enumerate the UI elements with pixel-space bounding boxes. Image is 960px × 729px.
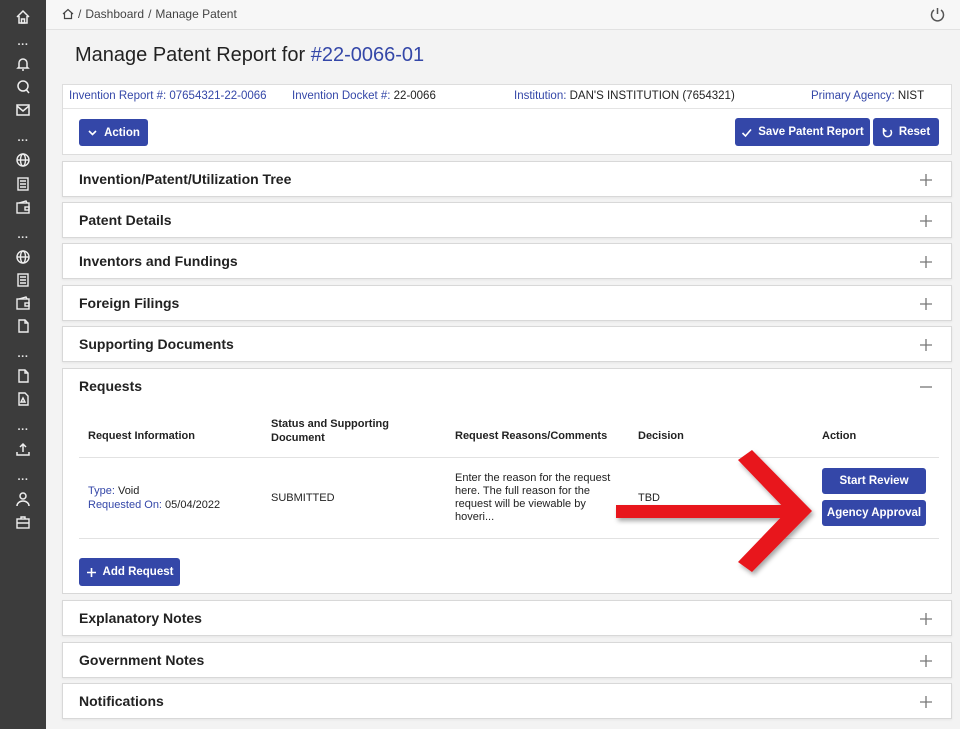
reset-button[interactable]: Reset	[873, 118, 939, 146]
primary-agency: Primary Agency: NIST	[811, 90, 925, 102]
plus-icon[interactable]	[919, 255, 933, 269]
file-icon[interactable]	[15, 318, 31, 334]
request-status: SUBMITTED	[271, 492, 335, 504]
mail-icon[interactable]	[15, 102, 31, 118]
section-tree[interactable]: Invention/Patent/Utilization Tree	[62, 161, 952, 197]
list-icon[interactable]	[15, 176, 31, 192]
report-number: #22-0066-01	[310, 44, 425, 66]
agency-approval-button[interactable]: Agency Approval	[822, 500, 926, 526]
add-request-button[interactable]: Add Request	[79, 558, 180, 586]
upload-icon[interactable]	[15, 441, 31, 457]
page-title: Manage Patent Report for #22-0066-01	[75, 44, 425, 66]
action-button[interactable]: Action	[79, 119, 148, 146]
chevron-down-icon	[88, 130, 97, 136]
invention-report-number: Invention Report #: 07654321-22-0066	[69, 90, 267, 102]
column-header: Status and Supporting Document	[271, 418, 389, 444]
reset-icon	[882, 127, 893, 137]
section-explanatory-notes[interactable]: Explanatory Notes	[62, 600, 952, 636]
row-divider	[79, 538, 939, 539]
section-supporting-documents[interactable]: Supporting Documents	[62, 326, 952, 362]
header-divider	[79, 457, 939, 458]
plus-icon	[86, 567, 96, 577]
section-foreign-filings[interactable]: Foreign Filings	[62, 285, 952, 321]
user-icon[interactable]	[15, 491, 31, 507]
more-dots-icon[interactable]: ···	[15, 425, 31, 436]
more-dots-icon[interactable]: ···	[15, 352, 31, 363]
invention-docket: Invention Docket #: 22-0066	[292, 90, 436, 102]
breadcrumb-separator: /	[78, 7, 82, 21]
section-patent-details[interactable]: Patent Details	[62, 202, 952, 238]
column-header: Request Information	[88, 430, 195, 442]
globe-icon[interactable]	[15, 249, 31, 265]
report-info-card: Invention Report #: 07654321-22-0066 Inv…	[62, 84, 952, 155]
request-decision: TBD	[638, 492, 660, 504]
plus-icon[interactable]	[919, 297, 933, 311]
home-icon[interactable]	[62, 8, 74, 20]
file-icon[interactable]	[15, 368, 31, 384]
briefcase-icon[interactable]	[15, 514, 31, 530]
report-info-row: Invention Report #: 07654321-22-0066 Inv…	[63, 85, 951, 109]
wallet-icon[interactable]	[15, 295, 31, 311]
breadcrumb-dashboard[interactable]: Dashboard	[85, 7, 144, 21]
list-icon[interactable]	[15, 272, 31, 288]
breadcrumb: / Dashboard / Manage Patent	[62, 7, 237, 21]
plus-icon[interactable]	[919, 695, 933, 709]
requests-title[interactable]: Requests	[79, 378, 142, 394]
more-dots-icon[interactable]: ···	[15, 40, 31, 51]
check-icon	[742, 128, 752, 137]
top-bar: / Dashboard / Manage Patent	[46, 0, 960, 30]
section-requests: Requests Request Information Status and …	[62, 368, 952, 594]
column-header: Decision	[638, 430, 684, 442]
breadcrumb-current: Manage Patent	[155, 7, 237, 21]
globe-icon[interactable]	[15, 152, 31, 168]
plus-icon[interactable]	[919, 612, 933, 626]
column-header: Request Reasons/Comments	[455, 430, 608, 442]
search-doc-icon[interactable]	[15, 79, 31, 95]
request-type: Type: Void	[88, 485, 140, 497]
wallet-icon[interactable]	[15, 199, 31, 215]
bell-icon[interactable]	[15, 56, 31, 72]
plus-icon[interactable]	[919, 173, 933, 187]
more-dots-icon[interactable]: ···	[15, 233, 31, 244]
section-notifications[interactable]: Notifications	[62, 683, 952, 719]
section-government-notes[interactable]: Government Notes	[62, 642, 952, 678]
pdf-file-icon[interactable]	[15, 391, 31, 407]
more-dots-icon[interactable]: ···	[15, 136, 31, 147]
plus-icon[interactable]	[919, 338, 933, 352]
power-icon[interactable]	[929, 6, 946, 23]
plus-icon[interactable]	[919, 214, 933, 228]
start-review-button[interactable]: Start Review	[822, 468, 926, 494]
request-reason: Enter the reason for the request here. T…	[455, 472, 611, 523]
institution: Institution: DAN'S INSTITUTION (7654321)	[514, 90, 735, 102]
breadcrumb-separator: /	[148, 7, 152, 21]
minus-icon[interactable]	[919, 380, 933, 394]
save-patent-report-button[interactable]: Save Patent Report	[735, 118, 870, 146]
plus-icon[interactable]	[919, 654, 933, 668]
home-icon[interactable]	[15, 9, 31, 25]
request-date: Requested On: 05/04/2022	[88, 499, 221, 511]
section-inventors-fundings[interactable]: Inventors and Fundings	[62, 243, 952, 279]
column-header: Action	[822, 430, 857, 442]
more-dots-icon[interactable]: ···	[15, 475, 31, 486]
sidebar: ··· ··· ··· ··· ··· ···	[0, 0, 46, 729]
